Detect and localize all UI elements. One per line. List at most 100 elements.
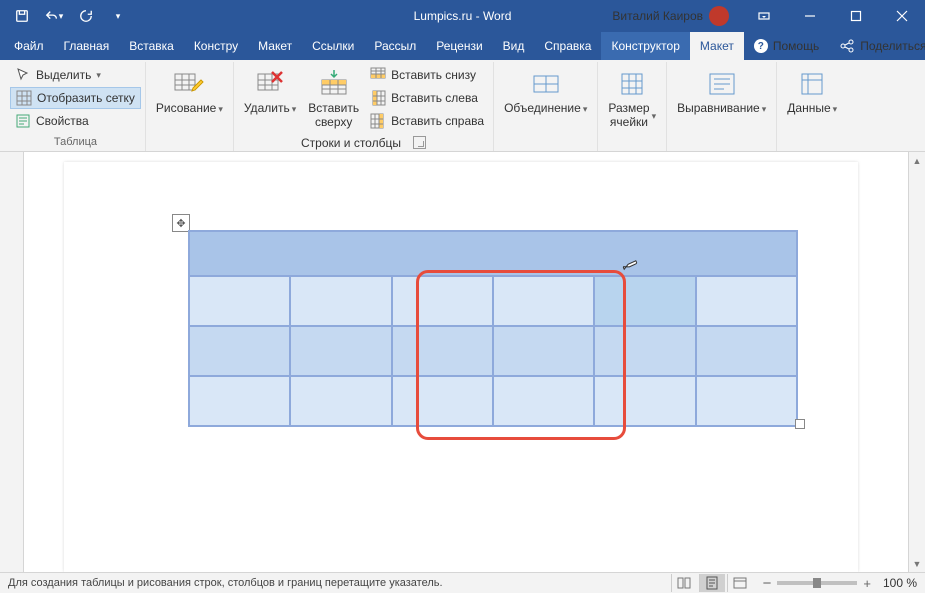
tab-references[interactable]: Ссылки	[302, 32, 364, 60]
ribbon-tabs: Файл Главная Вставка Констру Макет Ссылк…	[0, 32, 925, 60]
insert-left-icon	[370, 90, 386, 106]
table-row[interactable]	[189, 276, 797, 326]
table-cell[interactable]	[189, 326, 290, 376]
tab-help[interactable]: Справка	[534, 32, 601, 60]
user-name: Виталий Каиров	[612, 9, 703, 23]
ribbon-options-button[interactable]	[741, 0, 787, 32]
insert-right-icon	[370, 113, 386, 129]
zoom-controls: − + 100 %	[763, 575, 917, 592]
zoom-in-button[interactable]: +	[863, 576, 871, 591]
share-button[interactable]: Поделиться	[829, 32, 925, 60]
qat-customize-button[interactable]: ▾	[104, 2, 132, 30]
tab-file[interactable]: Файл	[4, 32, 54, 60]
document-area: ✥ ▲ ▼	[0, 152, 925, 572]
print-layout-button[interactable]	[699, 574, 725, 592]
minimize-button[interactable]	[787, 0, 833, 32]
zoom-slider[interactable]	[777, 581, 857, 585]
document-page: ✥	[64, 162, 858, 572]
insert-below-button[interactable]: Вставить снизу	[365, 64, 489, 86]
alignment-button[interactable]: Выравнивание▾	[671, 64, 772, 120]
user-account[interactable]: Виталий Каиров	[604, 6, 737, 26]
statusbar: Для создания таблицы и рисования строк, …	[0, 572, 925, 593]
read-mode-button[interactable]	[671, 574, 697, 592]
maximize-button[interactable]	[833, 0, 879, 32]
merge-button[interactable]: Объединение▾	[498, 64, 593, 120]
table-cell[interactable]	[696, 326, 797, 376]
window-controls	[741, 0, 925, 32]
alignment-icon	[706, 68, 738, 100]
insert-above-icon	[318, 68, 350, 100]
undo-button[interactable]: ▾	[40, 2, 68, 30]
zoom-thumb[interactable]	[813, 578, 821, 588]
table-cell[interactable]	[696, 376, 797, 426]
table-cell[interactable]	[493, 276, 594, 326]
close-button[interactable]	[879, 0, 925, 32]
data-icon	[796, 68, 828, 100]
table-row[interactable]	[189, 376, 797, 426]
group-rowscols-label: Строки и столбцы	[301, 134, 426, 152]
table-cell[interactable]	[189, 231, 797, 276]
table-cell[interactable]	[696, 276, 797, 326]
group-table: Выделить▾ Отобразить сетку Свойства Табл…	[6, 62, 146, 151]
tab-review[interactable]: Рецензи	[426, 32, 492, 60]
table-row[interactable]	[189, 231, 797, 276]
table-resize-handle[interactable]	[795, 419, 805, 429]
zoom-level[interactable]: 100 %	[883, 576, 917, 590]
vertical-scrollbar[interactable]: ▲ ▼	[908, 152, 925, 572]
data-button[interactable]: Данные▾	[781, 64, 843, 120]
tab-insert[interactable]: Вставка	[119, 32, 184, 60]
merge-icon	[530, 68, 562, 100]
autosave-button[interactable]	[8, 2, 36, 30]
table-row[interactable]	[189, 326, 797, 376]
group-table-label: Таблица	[54, 134, 97, 150]
document-table[interactable]	[188, 230, 798, 427]
delete-button[interactable]: Удалить▾	[238, 64, 302, 120]
status-message: Для создания таблицы и рисования строк, …	[8, 577, 443, 589]
redo-button[interactable]	[72, 2, 100, 30]
table-cell[interactable]	[189, 376, 290, 426]
scroll-up-button[interactable]: ▲	[909, 152, 925, 169]
group-alignment: Выравнивание▾	[667, 62, 777, 151]
table-cell[interactable]	[594, 326, 695, 376]
table-cell[interactable]	[594, 376, 695, 426]
delete-icon	[254, 68, 286, 100]
select-button[interactable]: Выделить▾	[10, 64, 141, 86]
table-cell[interactable]	[290, 276, 391, 326]
document-canvas[interactable]: ✥	[24, 152, 908, 572]
tab-table-layout[interactable]: Макет	[690, 32, 744, 60]
scroll-track[interactable]	[909, 169, 925, 555]
group-draw: Рисование▾	[146, 62, 234, 151]
table-cell[interactable]	[493, 326, 594, 376]
scroll-down-button[interactable]: ▼	[909, 555, 925, 572]
view-gridlines-button[interactable]: Отобразить сетку	[10, 87, 141, 109]
tell-me-button[interactable]: ?Помощь	[744, 32, 829, 60]
cursor-icon	[15, 67, 31, 83]
window-title: Lumpics.ru - Word	[414, 9, 512, 23]
tab-home[interactable]: Главная	[54, 32, 120, 60]
zoom-out-button[interactable]: −	[763, 575, 772, 592]
table-cell[interactable]	[493, 376, 594, 426]
tab-view[interactable]: Вид	[493, 32, 535, 60]
insert-above-button[interactable]: Вставить сверху	[302, 64, 365, 134]
table-cell[interactable]	[290, 376, 391, 426]
ruler-corner	[0, 152, 24, 572]
properties-button[interactable]: Свойства	[10, 110, 141, 132]
table-cell[interactable]	[594, 276, 695, 326]
table-cell[interactable]	[392, 326, 493, 376]
tab-table-design[interactable]: Конструктор	[601, 32, 689, 60]
rowscols-launcher[interactable]	[413, 136, 426, 149]
cell-size-button[interactable]: Размер ячейки ▾	[602, 64, 662, 134]
insert-right-button[interactable]: Вставить справа	[365, 110, 489, 132]
tab-layout[interactable]: Макет	[248, 32, 302, 60]
draw-table-button[interactable]: Рисование▾	[150, 64, 229, 120]
web-layout-button[interactable]	[727, 574, 753, 592]
table-cell[interactable]	[290, 326, 391, 376]
table-cell[interactable]	[189, 276, 290, 326]
insert-below-icon	[370, 67, 386, 83]
tab-design[interactable]: Констру	[184, 32, 248, 60]
insert-left-button[interactable]: Вставить слева	[365, 87, 489, 109]
table-cell[interactable]	[392, 276, 493, 326]
table-cell[interactable]	[392, 376, 493, 426]
tab-mailings[interactable]: Рассыл	[364, 32, 426, 60]
group-rows-columns: Удалить▾ Вставить сверху Вставить снизу …	[234, 62, 494, 151]
